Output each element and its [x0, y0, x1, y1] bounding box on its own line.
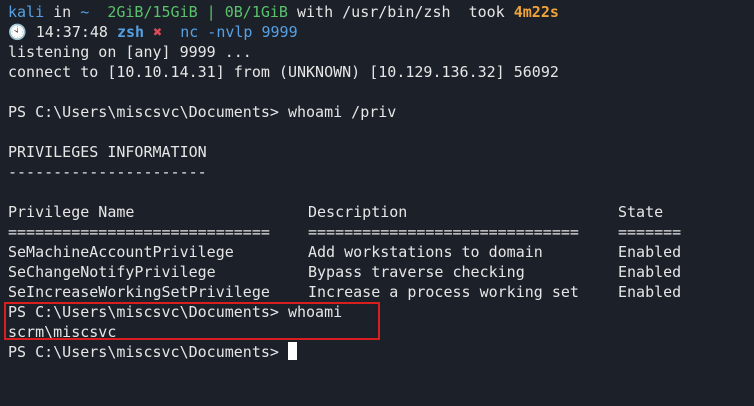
prompt-command: nc -nvlp 9999: [180, 23, 298, 41]
table-header-description: Description: [308, 203, 408, 221]
output-listening: listening on [any] 9999 ...: [8, 43, 252, 61]
table-header-privilege: Privilege Name: [8, 203, 135, 221]
prompt-duration: 4m22s: [513, 3, 559, 21]
output-connect: connect to [10.10.14.31] from (UNKNOWN) …: [8, 63, 559, 81]
prompt-time: 14:37:48: [35, 23, 108, 41]
table-separator: ==============================: [308, 223, 579, 241]
table-separator: =============================: [8, 223, 270, 241]
table-cell-state: Enabled: [618, 283, 682, 301]
prompt-memory-usage: 2GiB/15GiB | 0B/1GiB: [107, 3, 288, 21]
error-status-icon: ✖: [153, 23, 163, 41]
terminal-window[interactable]: kali in ~ 2GiB/15GiB | 0B/1GiB with /usr…: [0, 0, 754, 406]
prompt-shell: zsh: [117, 23, 145, 41]
ps-prompt-whoami-priv: PS C:\Users\miscsvc\Documents> whoami /p…: [8, 103, 397, 121]
privileges-underline: ----------------------: [8, 163, 207, 181]
clock-icon: 🕙: [8, 23, 27, 41]
table-cell-description: Increase a process working set: [308, 283, 579, 301]
table-separator: =======: [618, 223, 682, 241]
table-cell-privilege: SeIncreaseWorkingSetPrivilege: [8, 283, 270, 301]
prompt-directory: ~: [80, 3, 90, 21]
table-cell-state: Enabled: [618, 263, 682, 281]
highlight-annotation-box: [4, 302, 380, 340]
table-cell-privilege: SeChangeNotifyPrivilege: [8, 263, 216, 281]
prompt-command-line: 🕙 14:37:48 zsh ✖ nc -nvlp 9999: [8, 22, 298, 42]
table-cell-state: Enabled: [618, 243, 682, 261]
prompt-user: kali: [8, 3, 45, 21]
prompt-shell-path: with /usr/bin/zsh: [297, 3, 451, 21]
prompt-in-word: in: [53, 3, 72, 21]
ps-prompt-text: PS C:\Users\miscsvc\Documents>: [8, 343, 288, 361]
prompt-took-word: took: [468, 3, 505, 21]
privileges-header: PRIVILEGES INFORMATION: [8, 143, 207, 161]
table-cell-privilege: SeMachineAccountPrivilege: [8, 243, 234, 261]
table-cell-description: Bypass traverse checking: [308, 263, 525, 281]
prompt-status-line: kali in ~ 2GiB/15GiB | 0B/1GiB with /usr…: [8, 2, 559, 22]
ps-prompt-current[interactable]: PS C:\Users\miscsvc\Documents>: [8, 342, 297, 362]
table-cell-description: Add workstations to domain: [308, 243, 543, 261]
terminal-cursor[interactable]: [287, 342, 297, 360]
table-header-state: State: [618, 203, 664, 221]
